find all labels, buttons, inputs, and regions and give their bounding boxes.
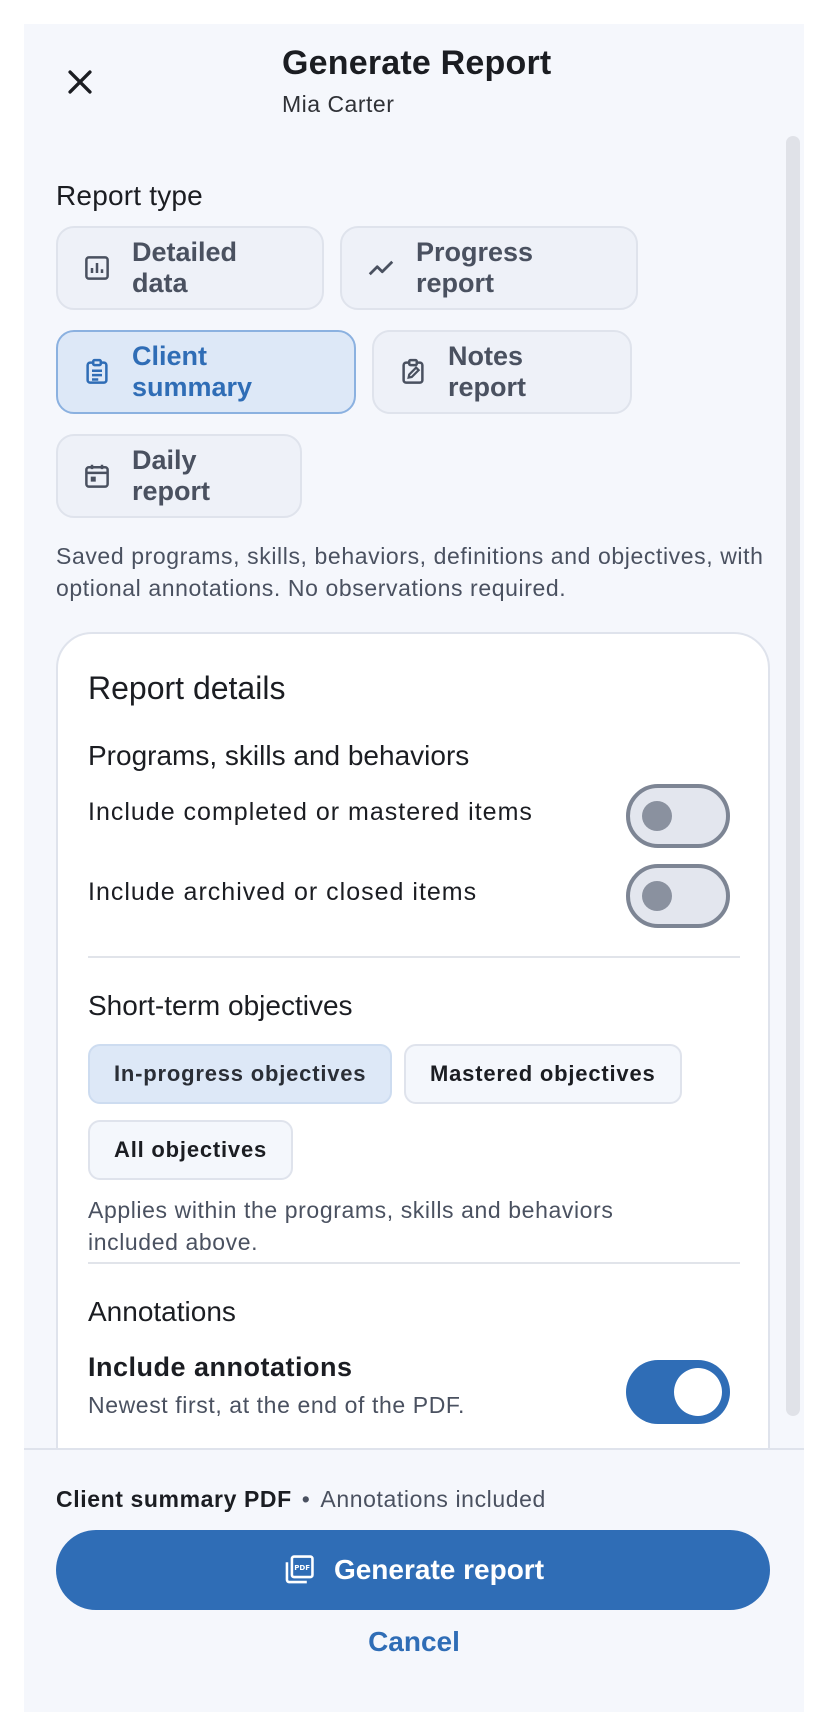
toggle-knob <box>642 881 672 911</box>
chip-label: Detailed data <box>132 237 238 298</box>
pdf-icon: PDF <box>282 1553 316 1587</box>
divider <box>88 956 740 958</box>
generate-report-sheet: Generate Report Mia Carter Report type D… <box>24 24 804 1712</box>
include-archived-toggle[interactable] <box>626 864 730 928</box>
generate-report-label: Generate report <box>333 1554 545 1585</box>
option-mastered-objectives[interactable]: Mastered objectives <box>404 1044 682 1104</box>
objectives-group-title: Short-term objectives <box>88 990 353 1021</box>
option-in-progress-objectives[interactable]: In-progress objectives <box>88 1044 393 1104</box>
cancel-button[interactable]: Cancel <box>24 1626 804 1658</box>
client-name: Mia Carter <box>282 91 395 117</box>
scroll-content[interactable]: Report type Detailed data Progress repor… <box>24 136 804 1472</box>
include-annotations-label: Include annotations <box>88 1352 353 1382</box>
report-type-label: Report type <box>56 180 203 211</box>
programs-group-title: Programs, skills and behaviors <box>88 740 470 771</box>
chip-client-summary[interactable]: Client summary <box>56 330 356 414</box>
summary-separator: • <box>301 1486 311 1512</box>
close-button[interactable] <box>56 58 104 106</box>
chip-label: Client summary <box>132 341 253 402</box>
chip-label: Notes report <box>448 341 527 402</box>
header: Generate Report Mia Carter <box>24 24 804 136</box>
scrollbar[interactable] <box>786 136 800 1416</box>
bar-chart-icon <box>82 253 112 283</box>
report-summary: Client summary PDF • Annotations included <box>56 1486 546 1513</box>
edit-note-icon <box>398 357 428 387</box>
generate-report-button[interactable]: PDF Generate report <box>56 1530 770 1610</box>
chip-label: Progress report <box>416 237 534 298</box>
summary-annotations: Annotations included <box>320 1486 546 1512</box>
include-archived-label: Include archived or closed items <box>88 878 478 906</box>
chip-notes-report[interactable]: Notes report <box>372 330 632 414</box>
include-completed-label: Include completed or mastered items <box>88 798 533 826</box>
report-type-description: Saved programs, skills, behaviors, defin… <box>56 543 764 601</box>
clipboard-icon <box>82 357 112 387</box>
chip-detailed-data[interactable]: Detailed data <box>56 226 324 310</box>
svg-text:PDF: PDF <box>294 1563 310 1572</box>
annotations-group-title: Annotations <box>88 1296 236 1327</box>
chip-progress-report[interactable]: Progress report <box>340 226 638 310</box>
chip-label: Daily report <box>132 445 211 506</box>
include-annotations-hint: Newest first, at the end of the PDF. <box>88 1392 465 1418</box>
page-title: Generate Report <box>282 44 552 82</box>
summary-report-name: Client summary PDF <box>56 1486 292 1512</box>
option-all-objectives[interactable]: All objectives <box>88 1120 294 1180</box>
calendar-icon <box>82 461 112 491</box>
close-icon <box>68 70 92 94</box>
trending-up-icon <box>366 253 396 283</box>
toggle-knob <box>674 1368 722 1416</box>
objectives-note: Applies within the programs, skills and … <box>88 1197 614 1255</box>
chip-daily-report[interactable]: Daily report <box>56 434 302 518</box>
include-annotations-toggle[interactable] <box>626 1360 730 1424</box>
report-details-title: Report details <box>88 670 286 706</box>
toggle-knob <box>642 801 672 831</box>
include-completed-toggle[interactable] <box>626 784 730 848</box>
footer: Client summary PDF • Annotations included … <box>24 1448 804 1712</box>
report-details-card: Report details Programs, skills and beha… <box>56 632 770 1472</box>
divider <box>88 1262 740 1264</box>
